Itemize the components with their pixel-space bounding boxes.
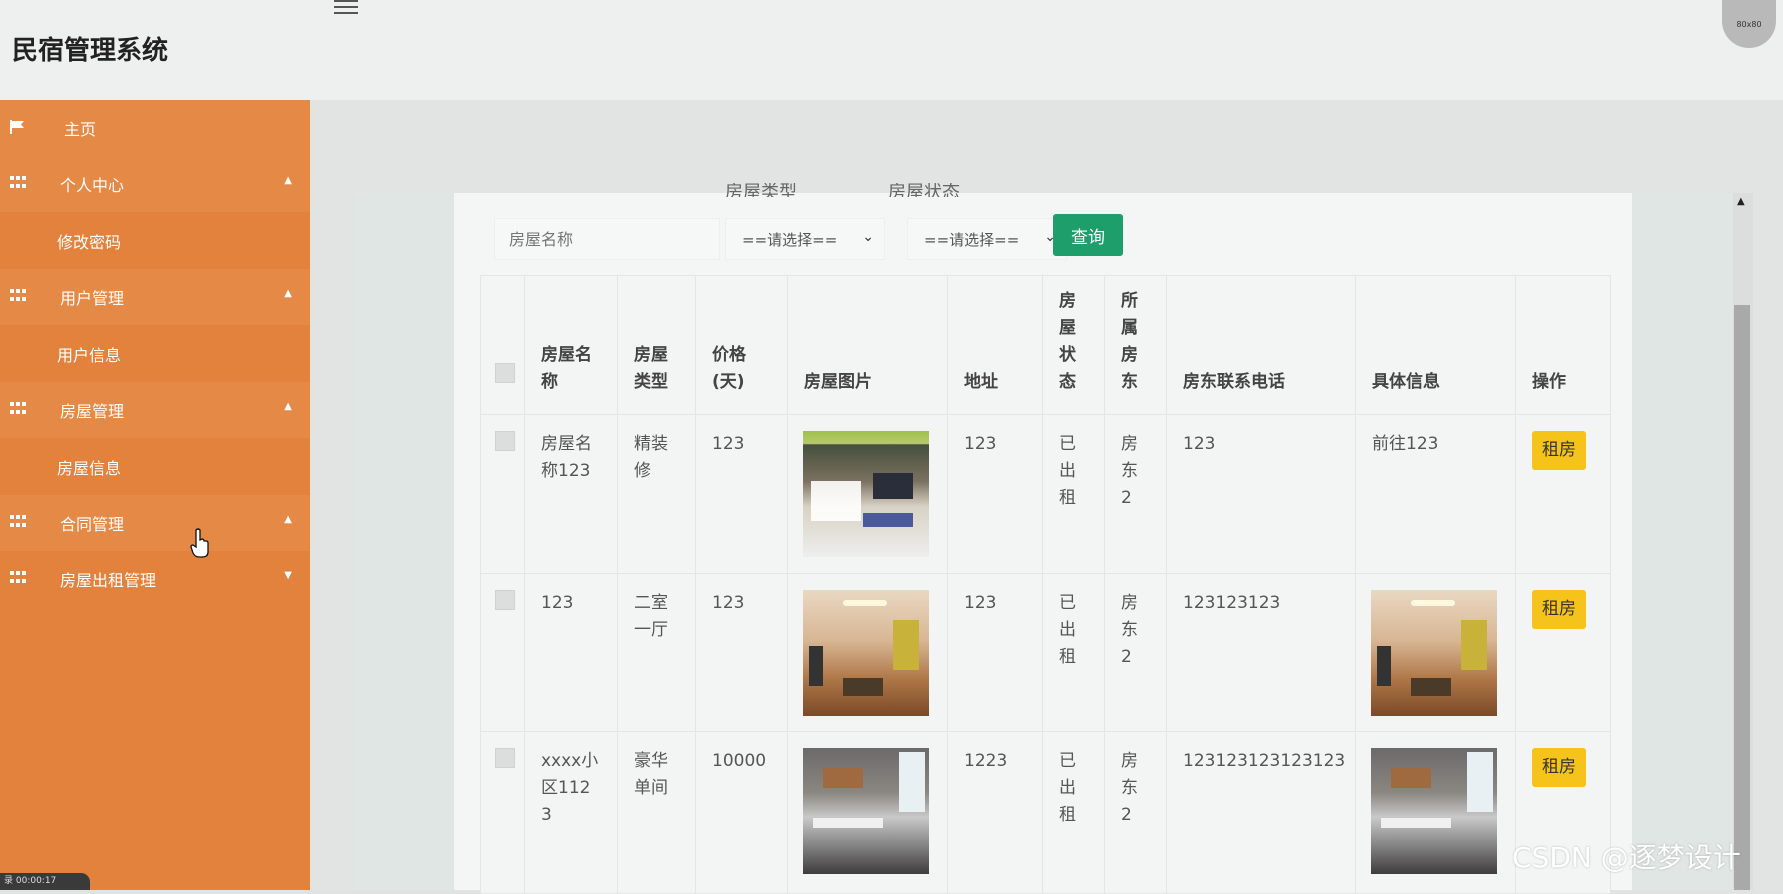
sidebar-item-personal-center[interactable]: 个人中心 ▲ bbox=[0, 156, 310, 212]
house-type-cell: 豪华单间 bbox=[634, 751, 668, 798]
house-status-label: 房屋状态 bbox=[888, 183, 960, 197]
chevron-down-icon: ▼ bbox=[284, 570, 292, 581]
house-image bbox=[803, 590, 929, 716]
row-checkbox[interactable] bbox=[495, 748, 515, 768]
table-row: xxxx小区1123 豪华单间 10000 1223 已出租 房东2 12312… bbox=[480, 731, 1611, 894]
sidebar-item-user-management[interactable]: 用户管理 ▲ bbox=[0, 269, 310, 325]
select-all-checkbox[interactable] bbox=[495, 363, 515, 383]
col-header: 具体信息 bbox=[1355, 275, 1516, 415]
house-table: 房屋名称 房屋类型 价格(天) 房屋图片 地址 房屋状态 所属房东 房东联系电话… bbox=[480, 275, 1611, 894]
select-all-cell bbox=[480, 275, 525, 415]
col-header: 房屋类型 bbox=[617, 275, 696, 415]
app-title: 民宿管理系统 bbox=[12, 36, 169, 66]
house-image bbox=[803, 748, 929, 874]
chevron-down-icon: ⌄ bbox=[862, 229, 874, 245]
address-cell: 123 bbox=[964, 593, 997, 613]
phone-cell: 123123123 bbox=[1183, 593, 1281, 613]
grid-icon bbox=[10, 402, 26, 416]
col-header: 操作 bbox=[1515, 275, 1611, 415]
col-header: 房东联系电话 bbox=[1166, 275, 1356, 415]
scroll-up-arrow-icon[interactable]: ▲ bbox=[1737, 196, 1745, 207]
sidebar-item-label: 房屋出租管理 bbox=[60, 571, 157, 590]
address-cell: 1223 bbox=[964, 751, 1008, 771]
col-header: 价格(天) bbox=[695, 275, 788, 415]
phone-cell: 123123123123123 bbox=[1183, 751, 1346, 771]
flag-icon bbox=[10, 120, 24, 134]
house-image bbox=[803, 431, 929, 557]
detail-link[interactable]: 前往123 bbox=[1356, 415, 1515, 458]
row-checkbox[interactable] bbox=[495, 431, 515, 451]
detail-image[interactable] bbox=[1371, 590, 1497, 716]
house-type-select[interactable]: ==请选择== ⌄ bbox=[725, 218, 885, 260]
chevron-up-icon: ▲ bbox=[284, 514, 292, 525]
sidebar-item-label: 合同管理 bbox=[60, 515, 125, 534]
rent-button[interactable]: 租房 bbox=[1532, 748, 1586, 787]
landlord-cell: 房东2 bbox=[1121, 593, 1138, 667]
grid-icon bbox=[10, 176, 26, 190]
sidebar: 主页 个人中心 ▲ 修改密码 用户管理 ▲ 用户信息 房屋管理 ▲ 房屋信息 合… bbox=[0, 100, 310, 890]
sidebar-subitem-house-info[interactable]: 房屋信息 bbox=[0, 438, 310, 495]
scrollbar-thumb[interactable] bbox=[1734, 305, 1750, 890]
sidebar-item-label: 主页 bbox=[64, 120, 97, 139]
house-status-select[interactable]: ==请选择== ⌄ bbox=[907, 218, 1067, 260]
sidebar-item-label: 个人中心 bbox=[60, 176, 125, 195]
sidebar-item-house-management[interactable]: 房屋管理 ▲ bbox=[0, 382, 310, 438]
house-name-cell: 123 bbox=[541, 593, 574, 613]
landlord-cell: 房东2 bbox=[1121, 751, 1138, 825]
menu-toggle-icon[interactable] bbox=[334, 0, 358, 14]
sidebar-item-rental-management[interactable]: 房屋出租管理 ▼ bbox=[0, 551, 310, 607]
house-name-input[interactable] bbox=[494, 218, 720, 260]
col-header: 地址 bbox=[947, 275, 1043, 415]
col-header: 房屋状态 bbox=[1042, 275, 1105, 415]
avatar[interactable]: 80x80 bbox=[1722, 0, 1776, 48]
grid-icon bbox=[10, 571, 26, 585]
table-row: 房屋名称123 精装修 123 123 已出租 房东2 123 前往123 租房 bbox=[480, 414, 1611, 574]
chevron-up-icon: ▲ bbox=[284, 175, 292, 186]
hand-cursor-icon bbox=[190, 528, 209, 558]
sidebar-subitem-change-password[interactable]: 修改密码 bbox=[0, 212, 310, 269]
sidebar-item-label: 用户管理 bbox=[60, 289, 125, 308]
status-cell: 已出租 bbox=[1059, 593, 1076, 667]
table-row: 123 二室一厅 123 123 已出租 房东2 123123123 租房 bbox=[480, 573, 1611, 732]
query-button[interactable]: 查询 bbox=[1053, 214, 1123, 256]
landlord-cell: 房东2 bbox=[1121, 434, 1138, 508]
chevron-up-icon: ▲ bbox=[284, 401, 292, 412]
recording-status: 录 00:00:17 bbox=[0, 873, 90, 890]
col-header: 房屋名称 bbox=[524, 275, 618, 415]
watermark: CSDN @逐梦设计 bbox=[1512, 841, 1741, 874]
sidebar-item-contract-management[interactable]: 合同管理 ▲ bbox=[0, 495, 310, 551]
detail-image[interactable] bbox=[1371, 748, 1497, 874]
phone-cell: 123 bbox=[1183, 434, 1216, 454]
col-header: 房屋图片 bbox=[787, 275, 948, 415]
address-cell: 123 bbox=[964, 434, 997, 454]
house-status-select-value: ==请选择== bbox=[924, 230, 1020, 249]
rent-button[interactable]: 租房 bbox=[1532, 431, 1586, 470]
sidebar-subitem-user-info[interactable]: 用户信息 bbox=[0, 325, 310, 382]
chevron-up-icon: ▲ bbox=[284, 288, 292, 299]
house-name-cell: xxxx小区1123 bbox=[541, 751, 599, 825]
grid-icon bbox=[10, 515, 26, 529]
rent-button[interactable]: 租房 bbox=[1532, 590, 1586, 629]
status-cell: 已出租 bbox=[1059, 751, 1076, 825]
sidebar-item-home[interactable]: 主页 bbox=[0, 100, 310, 156]
house-type-cell: 精装修 bbox=[634, 434, 668, 481]
top-header: 民宿管理系统 80x80 bbox=[0, 0, 1783, 100]
price-cell: 123 bbox=[712, 593, 745, 613]
price-cell: 123 bbox=[712, 434, 745, 454]
house-type-cell: 二室一厅 bbox=[634, 593, 668, 640]
sidebar-item-label: 房屋管理 bbox=[60, 402, 125, 421]
col-header: 所属房东 bbox=[1104, 275, 1167, 415]
house-name-cell: 房屋名称123 bbox=[541, 434, 592, 481]
price-cell: 10000 bbox=[712, 751, 767, 771]
row-checkbox[interactable] bbox=[495, 590, 515, 610]
house-type-label: 房屋类型 bbox=[725, 183, 797, 197]
grid-icon bbox=[10, 289, 26, 303]
status-cell: 已出租 bbox=[1059, 434, 1076, 508]
house-type-select-value: ==请选择== bbox=[742, 230, 838, 249]
